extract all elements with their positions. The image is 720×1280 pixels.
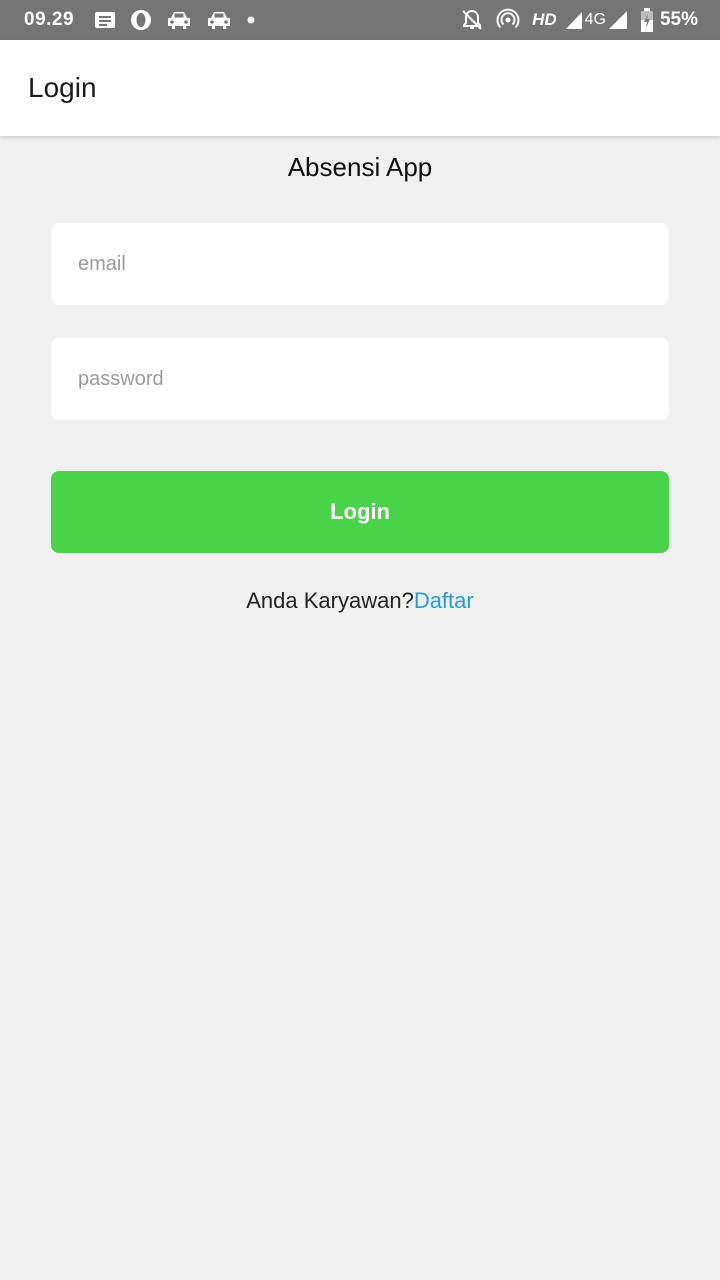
register-prompt-line: Anda Karyawan?Daftar: [0, 588, 720, 614]
email-field[interactable]: [51, 223, 669, 305]
status-bar-left: 09.29: [24, 9, 270, 31]
car-icon: [166, 10, 192, 30]
password-field[interactable]: [51, 338, 669, 420]
register-link[interactable]: Daftar: [414, 588, 474, 613]
app-bar: Login: [0, 40, 720, 136]
page-title: Login: [28, 72, 97, 103]
notifications-off-icon: [460, 8, 484, 32]
network-hd-label: HD: [532, 10, 557, 29]
car-icon: [206, 10, 232, 30]
hotspot-icon: [496, 8, 520, 32]
dot-icon: [246, 15, 256, 25]
login-button[interactable]: Login: [51, 471, 669, 553]
network-type-label: 4G: [584, 11, 606, 28]
opera-icon: [130, 9, 152, 31]
status-bar: 09.29 HD 4G 55%: [0, 0, 720, 40]
status-bar-right: HD 4G 55%: [460, 8, 698, 32]
signal-icon: [565, 10, 583, 30]
app-name-heading: Absensi App: [287, 152, 433, 182]
register-prompt-text: Anda Karyawan?: [246, 588, 414, 613]
battery-icon: [640, 8, 654, 32]
battery-percent: 55%: [659, 9, 698, 30]
signal-icon: [608, 10, 628, 30]
message-icon: [94, 10, 116, 30]
status-time: 09.29: [24, 9, 75, 30]
